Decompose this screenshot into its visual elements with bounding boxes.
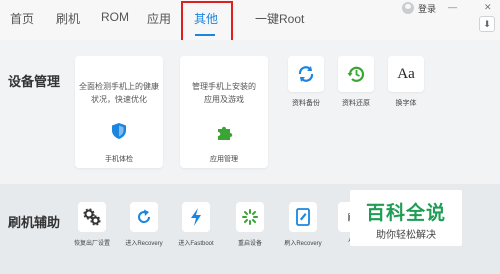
tab-rom[interactable]: ROM bbox=[101, 10, 129, 24]
shield-icon bbox=[112, 123, 126, 139]
reboot-device-item[interactable]: 重启设备 bbox=[222, 202, 278, 247]
data-backup-button[interactable] bbox=[288, 56, 324, 92]
health-check-label: 手机体检 bbox=[105, 156, 133, 163]
highlight-annotation-box bbox=[181, 1, 233, 45]
data-restore-item[interactable]: 资料还原 bbox=[338, 56, 374, 108]
refresh-icon bbox=[298, 66, 314, 82]
flash-recovery-button[interactable] bbox=[289, 202, 317, 232]
data-backup-item[interactable]: 资料备份 bbox=[288, 56, 324, 108]
download-icon: ⬇ bbox=[483, 19, 491, 29]
factory-reset-button[interactable] bbox=[78, 202, 106, 232]
login-link[interactable]: 登录 bbox=[418, 2, 436, 15]
minimize-button[interactable]: — bbox=[448, 2, 457, 12]
enter-recovery-label: 进入Recovery bbox=[125, 241, 163, 247]
app-management-desc-line1: 管理手机上安装的 bbox=[192, 82, 256, 91]
reboot-device-button[interactable] bbox=[236, 202, 264, 232]
data-backup-label: 资料备份 bbox=[292, 100, 320, 107]
user-avatar-icon[interactable] bbox=[402, 2, 414, 14]
puzzle-icon bbox=[218, 126, 233, 140]
gears-icon bbox=[83, 208, 101, 226]
lightning-icon bbox=[191, 208, 201, 226]
section-title-device-management: 设备管理 bbox=[8, 74, 61, 89]
health-check-card[interactable]: 全面检测手机上的健康 状况，快速优化 手机体检 bbox=[75, 56, 163, 168]
app-management-card[interactable]: 管理手机上安装的 应用及游戏 应用管理 bbox=[180, 56, 268, 168]
enter-fastboot-button[interactable] bbox=[182, 202, 210, 232]
download-button[interactable]: ⬇ bbox=[479, 16, 495, 32]
section-title-flash-tools: 刷机辅助 bbox=[8, 215, 61, 230]
data-restore-label: 资料还原 bbox=[342, 100, 370, 107]
close-button[interactable]: ✕ bbox=[484, 2, 492, 13]
rotate-arrow-icon bbox=[138, 209, 151, 224]
factory-reset-label: 恢复出厂设置 bbox=[73, 241, 110, 247]
watermark-overlay: 百科全说 助你轻松解决 bbox=[350, 190, 462, 246]
flash-recovery-item[interactable]: 刷入Recovery bbox=[275, 202, 331, 247]
change-font-button[interactable]: Aa bbox=[388, 56, 424, 92]
change-font-item[interactable]: Aa 换字体 bbox=[388, 56, 424, 108]
spinner-icon bbox=[242, 209, 258, 225]
factory-reset-item[interactable]: 恢复出厂设置 bbox=[64, 202, 120, 247]
app-management-label: 应用管理 bbox=[210, 156, 238, 163]
enter-fastboot-item[interactable]: 进入Fastboot bbox=[168, 202, 224, 247]
data-restore-button[interactable] bbox=[338, 56, 374, 92]
watermark-subtitle: 助你轻松解决 bbox=[376, 230, 436, 241]
reboot-device-label: 重启设备 bbox=[237, 241, 262, 247]
top-nav-bar: 首页 刷机 ROM 应用 其他 一键Root 登录 — ✕ ⬇ bbox=[0, 0, 500, 45]
watermark-title: 百科全说 bbox=[365, 203, 446, 224]
font-icon: Aa bbox=[397, 65, 415, 82]
health-check-desc-line2: 状况，快速优化 bbox=[91, 95, 147, 104]
tab-one-click-root[interactable]: 一键Root bbox=[255, 10, 304, 27]
tablet-icon bbox=[296, 208, 310, 226]
change-font-label: 换字体 bbox=[395, 100, 417, 107]
enter-recovery-item[interactable]: 进入Recovery bbox=[116, 202, 172, 247]
enter-fastboot-label: 进入Fastboot bbox=[178, 241, 214, 247]
enter-recovery-button[interactable] bbox=[130, 202, 158, 232]
app-management-desc-line2: 应用及游戏 bbox=[204, 95, 244, 104]
tab-home[interactable]: 首页 bbox=[10, 10, 34, 27]
flash-recovery-label: 刷入Recovery bbox=[284, 241, 322, 247]
tab-apps[interactable]: 应用 bbox=[147, 10, 171, 27]
device-management-section: 设备管理 全面检测手机上的健康 状况，快速优化 手机体检 管理手机上安装的 应用… bbox=[0, 40, 500, 178]
health-check-desc-line1: 全面检测手机上的健康 bbox=[79, 82, 159, 91]
tab-flash[interactable]: 刷机 bbox=[56, 10, 80, 27]
restore-clock-icon bbox=[347, 66, 365, 82]
